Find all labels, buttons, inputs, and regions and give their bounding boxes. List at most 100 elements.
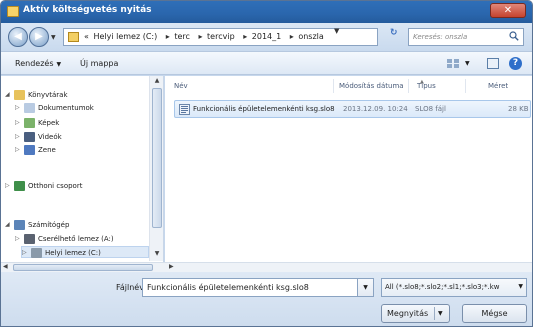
scroll-down-icon[interactable]: ▼ (152, 250, 162, 259)
search-input[interactable]: Keresés: onszla (408, 28, 524, 46)
chevron-right-icon[interactable]: ▸ (198, 32, 202, 41)
sidebar-item-label: Számítógép (28, 221, 70, 229)
address-dropdown-icon[interactable]: ▼ (334, 27, 339, 35)
chevron-right-icon[interactable]: ▸ (290, 32, 294, 41)
scroll-right-icon[interactable]: ▶ (169, 263, 174, 270)
split-divider (434, 307, 435, 320)
sidebar-item[interactable]: ▷ Zene (1, 144, 147, 156)
column-divider[interactable] (408, 79, 409, 93)
scroll-left-icon[interactable]: ◀ (3, 263, 8, 270)
breadcrumb: « Helyi lemez (C:) ▸ terc ▸ tercvip ▸ 20… (84, 32, 326, 41)
toolbar: Rendezés ▼ Új mappa ▼ ? (1, 51, 532, 75)
expand-icon[interactable]: ▷ (5, 182, 13, 189)
window-title: Aktív költségvetés nyitás (23, 5, 152, 15)
sidebar-item-label: Könyvtárak (28, 91, 68, 99)
help-icon[interactable]: ? (509, 57, 522, 70)
nav-scrollbar[interactable]: ▲ ▼ (149, 76, 163, 261)
breadcrumb-item[interactable]: 2014_1 (252, 32, 281, 41)
organize-label: Rendezés (15, 59, 54, 68)
chevron-down-icon[interactable]: ▼ (438, 310, 443, 317)
folder-icon (7, 6, 19, 17)
preview-pane-icon[interactable] (487, 58, 499, 69)
music-icon (24, 145, 35, 155)
file-size: 28 KB (508, 105, 529, 113)
sidebar-item[interactable]: ▷ Képek (1, 117, 147, 129)
cancel-button[interactable]: Mégse (462, 304, 527, 323)
file-type-filter[interactable]: All (*.slo8;*.slo2;*.sl1;*.slo3;*.kw ▼ (381, 278, 527, 297)
file-icon (179, 104, 190, 115)
sidebar-item[interactable]: ▷ Helyi lemez (C:) (21, 246, 149, 258)
open-dialog: Aktív költségvetés nyitás ✕ ◀ ▶ ▼ « Hely… (0, 0, 533, 327)
sidebar-item-label: Otthoni csoport (28, 182, 83, 190)
column-header-type[interactable]: Típus (417, 82, 436, 90)
sidebar-item[interactable]: ▷ Videók (1, 131, 147, 143)
collapse-icon[interactable]: ◢ (5, 221, 13, 228)
breadcrumb-item[interactable]: onszla (298, 32, 323, 41)
new-folder-button[interactable]: Új mappa (80, 59, 118, 68)
file-name: Funkcionális épületelemenkénti ksg.slo8 (193, 105, 335, 113)
expand-icon[interactable]: ▷ (22, 249, 30, 256)
dialog-footer: Fájlnév: Funkcionális épületelemenkénti … (1, 272, 532, 326)
sidebar-item-label: Zene (38, 146, 56, 154)
harddisk-icon (31, 248, 42, 258)
expand-icon[interactable]: ▷ (15, 133, 23, 140)
library-icon (14, 90, 25, 100)
filename-dropdown-button[interactable]: ▼ (357, 278, 374, 297)
floppy-icon (24, 234, 35, 244)
chevron-right-icon[interactable]: ▸ (243, 32, 247, 41)
scrollbar-thumb[interactable] (152, 88, 162, 228)
column-header-modified[interactable]: Módosítás dátuma (339, 82, 404, 90)
breadcrumb-prefix[interactable]: « (84, 32, 89, 41)
open-button-label: Megnyitás (387, 309, 429, 318)
filename-input[interactable]: Funkcionális épületelemenkénti ksg.slo8 (142, 278, 374, 297)
documents-icon (24, 103, 35, 113)
title-bar[interactable]: Aktív költségvetés nyitás ✕ (1, 1, 532, 23)
address-bar[interactable]: « Helyi lemez (C:) ▸ terc ▸ tercvip ▸ 20… (63, 28, 378, 46)
breadcrumb-item[interactable]: tercvip (207, 32, 235, 41)
sidebar-item-label: Dokumentumok (38, 104, 94, 112)
close-button[interactable]: ✕ (490, 3, 526, 18)
collapse-icon[interactable]: ◢ (5, 91, 13, 98)
column-divider[interactable] (333, 79, 334, 93)
sidebar-item[interactable]: ◢ Könyvtárak (1, 89, 147, 101)
sidebar-item[interactable]: ◢ Számítógép (1, 219, 147, 231)
organize-button[interactable]: Rendezés ▼ (15, 59, 61, 68)
chevron-down-icon[interactable]: ▼ (465, 60, 470, 67)
back-button[interactable]: ◀ (8, 27, 28, 47)
scroll-up-icon[interactable]: ▲ (152, 77, 162, 86)
file-type-filter-value: All (*.slo8;*.slo2;*.sl1;*.slo3;*.kw (385, 283, 500, 291)
chevron-right-icon[interactable]: ▸ (166, 32, 170, 41)
breadcrumb-item[interactable]: Helyi lemez (C:) (93, 32, 157, 41)
expand-icon[interactable]: ▷ (15, 235, 23, 242)
sidebar-item-label: Helyi lemez (C:) (45, 249, 101, 257)
sidebar-item[interactable]: ▷ Cserélhető lemez (A:) (1, 233, 147, 245)
chevron-down-icon: ▼ (56, 61, 62, 68)
expand-icon[interactable]: ▷ (15, 104, 23, 111)
open-button[interactable]: Megnyitás ▼ (381, 304, 450, 323)
navigation-pane: ◢ Könyvtárak ▷ Dokumentumok ▷ Képek ▷ Videók ▷ Ze… (1, 76, 164, 270)
scrollbar-thumb[interactable] (13, 264, 153, 271)
breadcrumb-item[interactable]: terc (174, 32, 190, 41)
sidebar-item-label: Cserélhető lemez (A:) (38, 235, 114, 243)
sidebar-item-label: Videók (38, 133, 62, 141)
sidebar-item-label: Képek (38, 119, 60, 127)
chevron-down-icon: ▼ (518, 283, 523, 290)
expand-icon[interactable]: ▷ (15, 119, 23, 126)
history-dropdown-icon[interactable]: ▼ (51, 34, 58, 41)
column-divider[interactable] (465, 79, 466, 93)
file-row[interactable]: Funkcionális épületelemenkénti ksg.slo8 … (174, 100, 531, 118)
column-header-size[interactable]: Méret (488, 82, 508, 90)
horizontal-scrollbar[interactable]: ◀ ▶ (1, 262, 532, 272)
view-mode-icon[interactable] (447, 58, 459, 69)
computer-icon (14, 220, 25, 230)
expand-icon[interactable]: ▷ (15, 146, 23, 153)
column-header-name[interactable]: Név (174, 82, 188, 90)
homegroup-icon (14, 181, 25, 191)
sidebar-item[interactable]: ▷ Dokumentumok (1, 102, 147, 114)
videos-icon (24, 132, 35, 142)
forward-button[interactable]: ▶ (29, 27, 49, 47)
file-type: SLO8 fájl (415, 105, 446, 113)
refresh-icon[interactable]: ↻ (390, 28, 398, 38)
sidebar-item[interactable]: ▷ Otthoni csoport (1, 180, 147, 192)
search-icon[interactable] (509, 31, 519, 41)
